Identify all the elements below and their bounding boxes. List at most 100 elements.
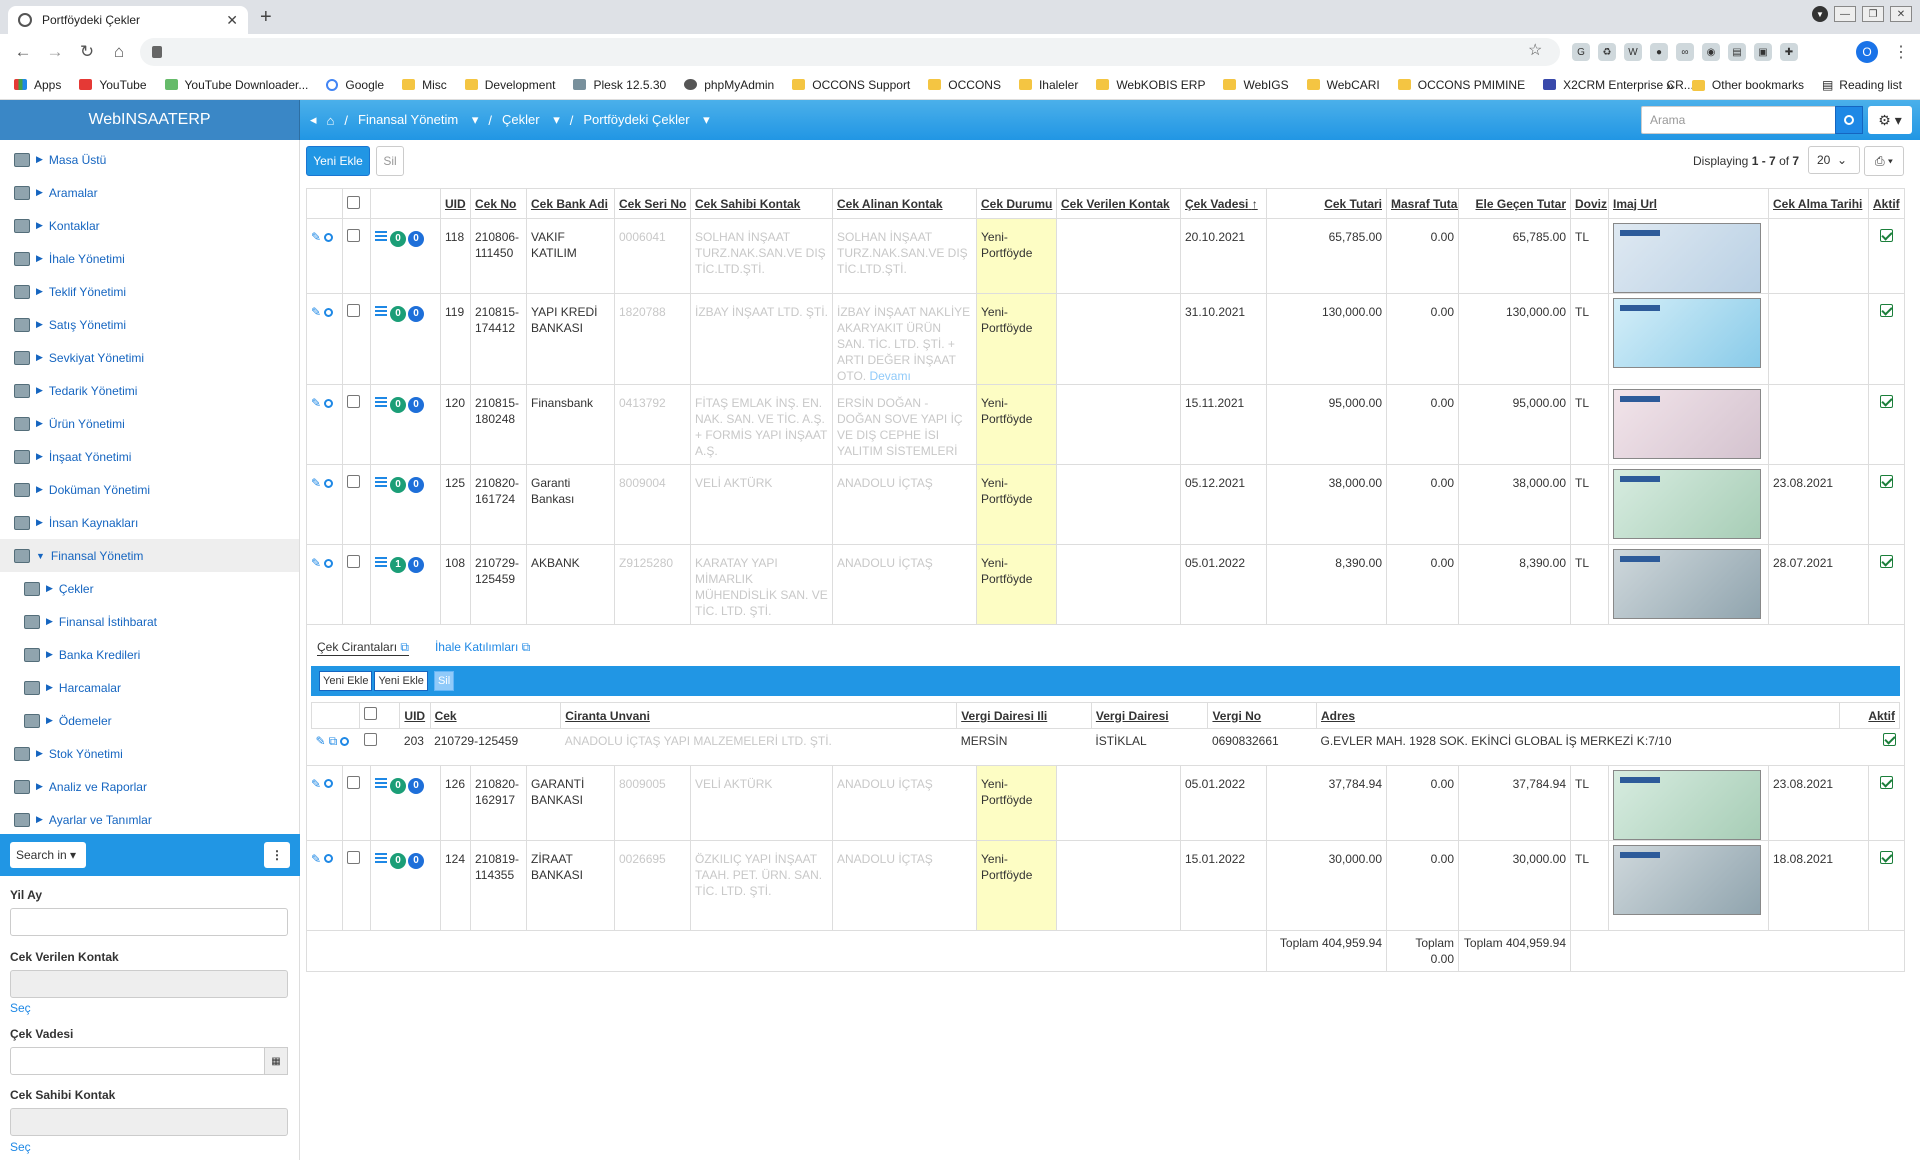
row-checkbox[interactable] [347, 304, 360, 317]
cheque-image[interactable] [1613, 298, 1761, 368]
bookmark-star-icon[interactable]: ☆ [1528, 40, 1542, 60]
select-all-checkbox[interactable] [359, 702, 401, 729]
sidebar-item[interactable]: ▶ Kontaklar [0, 209, 299, 242]
extension-icon[interactable]: ♻ [1598, 43, 1616, 61]
aktif-checkbox[interactable] [1880, 775, 1893, 789]
extension-icon[interactable]: ∞ [1676, 43, 1694, 61]
count-badge[interactable]: 0 [408, 397, 424, 413]
cek-sahibi-input[interactable] [10, 1108, 288, 1136]
sidebar-item[interactable]: ▶ Teklif Yönetimi [0, 275, 299, 308]
col-doviz[interactable]: Doviz [1570, 188, 1609, 219]
col-durum[interactable]: Cek Durumu [976, 188, 1057, 219]
bookmark-item[interactable]: YouTube Downloader... [164, 78, 308, 92]
sidebar-subitem[interactable]: ▶ Ödemeler [0, 704, 299, 737]
col-verilen[interactable]: Cek Verilen Kontak [1056, 188, 1181, 219]
col-vade[interactable]: Çek Vadesi ↑ [1180, 188, 1267, 219]
col-cek[interactable]: Cek [429, 702, 562, 729]
col-alma[interactable]: Cek Alma Tarihi [1768, 188, 1869, 219]
aktif-checkbox[interactable] [1880, 395, 1893, 408]
aktif-checkbox[interactable] [1880, 555, 1893, 568]
row-checkbox[interactable] [347, 475, 360, 488]
count-badge[interactable]: 0 [408, 477, 424, 493]
col-bank[interactable]: Cek Bank Adi [526, 188, 615, 219]
sidebar-subitem[interactable]: ▶ Banka Kredileri [0, 638, 299, 671]
forward-icon[interactable]: → [46, 42, 64, 62]
bookmark-folder[interactable]: Development [464, 78, 555, 92]
cheque-image[interactable] [1613, 469, 1761, 539]
bookmark-folder[interactable]: WebKOBIS ERP [1096, 78, 1205, 92]
sidebar-item[interactable]: ▶ Analiz ve Raporlar [0, 770, 299, 803]
list-icon[interactable] [375, 477, 387, 487]
delete-button[interactable]: Sil [376, 146, 404, 176]
edit-icon[interactable]: ✎ [311, 395, 321, 411]
extension-icon[interactable]: W [1624, 43, 1642, 61]
list-icon[interactable] [375, 397, 387, 407]
sidebar-subitem[interactable]: ▶ Finansal İstihbarat [0, 605, 299, 638]
search-icon[interactable] [324, 779, 334, 788]
extension-icon[interactable]: ▤ [1728, 43, 1746, 61]
count-badge[interactable]: 0 [390, 397, 406, 413]
aktif-checkbox[interactable] [1880, 475, 1893, 488]
bookmark-folder[interactable]: OCCONS Support [792, 78, 910, 92]
home-icon[interactable]: ⌂ [327, 113, 335, 128]
list-icon[interactable] [375, 777, 387, 788]
sidebar-item[interactable]: ▶ Ürün Yönetimi [0, 407, 299, 440]
sidebar-item[interactable]: ▶ Doküman Yönetimi [0, 473, 299, 506]
list-icon[interactable] [375, 852, 387, 863]
list-icon[interactable] [375, 557, 387, 567]
tab-cek-cirantalari[interactable]: Çek Cirantaları ⧉ [317, 639, 409, 656]
browser-tab[interactable]: Portföydeki Çekler ✕ [8, 6, 248, 34]
bookmark-item[interactable]: Google [326, 78, 384, 92]
yil-ay-input[interactable] [10, 908, 288, 936]
sidebar-item[interactable]: ▶ İhale Yönetimi [0, 242, 299, 275]
breadcrumb-item[interactable]: Finansal Yönetim ▾ [358, 112, 478, 128]
edit-icon[interactable]: ✎ [311, 304, 321, 320]
breadcrumb-item[interactable]: Portföydeki Çekler ▾ [583, 112, 709, 128]
bookmarks-more[interactable]: » [1666, 77, 1674, 93]
count-badge[interactable]: 0 [408, 777, 424, 794]
col-aktif[interactable]: Aktif [1838, 702, 1901, 729]
edit-icon[interactable]: ✎ [311, 851, 321, 867]
cheque-image[interactable] [1613, 769, 1761, 839]
col-adres[interactable]: Adres [1315, 702, 1840, 729]
calendar-icon[interactable]: ▦ [264, 1047, 288, 1075]
search-icon[interactable] [324, 398, 334, 408]
bookmark-item[interactable]: phpMyAdmin [684, 78, 774, 92]
translate-icon[interactable]: G [1572, 43, 1590, 61]
col-imaj[interactable]: Imaj Url [1608, 188, 1769, 219]
other-bookmarks[interactable]: Other bookmarks [1691, 78, 1804, 92]
bookmark-folder[interactable]: WebCARI [1306, 78, 1380, 92]
sidebar-item[interactable]: ▶ Masa Üstü [0, 143, 299, 176]
col-unvan[interactable]: Ciranta Unvani [560, 702, 958, 729]
sidebar-subitem[interactable]: ▶ Harcamalar [0, 671, 299, 704]
col-uid[interactable]: UID [399, 702, 431, 729]
aktif-checkbox[interactable] [1882, 733, 1896, 746]
col-vergi-no[interactable]: Vergi No [1207, 702, 1317, 729]
search-icon[interactable] [324, 232, 334, 242]
close-icon[interactable]: ✕ [226, 12, 238, 29]
browser-menu-icon[interactable]: ⋮ [1893, 42, 1909, 62]
cek-vadesi-input[interactable] [10, 1047, 266, 1075]
bookmark-folder[interactable]: OCCONS PMIMINE [1397, 78, 1525, 92]
sidebar-item[interactable]: ▶ İnsan Kaynakları [0, 506, 299, 539]
col-il[interactable]: Vergi Dairesi Ili [956, 702, 1092, 729]
search-icon[interactable] [340, 736, 350, 746]
print-button[interactable]: ⎙ ▾ [1864, 146, 1904, 176]
profile-avatar[interactable]: O [1856, 41, 1878, 63]
breadcrumb-item[interactable]: Çekler ▾ [502, 112, 560, 128]
bookmark-item[interactable]: Plesk 12.5.30 [573, 78, 666, 92]
col-masraf[interactable]: Masraf Tutarı [1386, 188, 1459, 219]
count-badge[interactable]: 0 [408, 231, 424, 247]
tab-ihale-katilimlari[interactable]: İhale Katılımları ⧉ [435, 639, 530, 656]
count-badge[interactable]: 0 [390, 231, 406, 247]
count-badge[interactable]: 0 [390, 852, 406, 869]
col-sahibi[interactable]: Cek Sahibi Kontak [690, 188, 833, 219]
row-checkbox[interactable] [347, 775, 360, 789]
list-icon[interactable] [375, 231, 387, 241]
search-icon[interactable] [324, 478, 334, 488]
aktif-checkbox[interactable] [1880, 850, 1893, 864]
sidebar-item-finance[interactable]: ▼ Finansal Yönetim [0, 539, 299, 572]
select-link[interactable]: Seç [10, 1140, 31, 1154]
select-all-checkbox[interactable] [342, 188, 371, 219]
add-button[interactable]: Yeni Ekle [319, 671, 373, 691]
